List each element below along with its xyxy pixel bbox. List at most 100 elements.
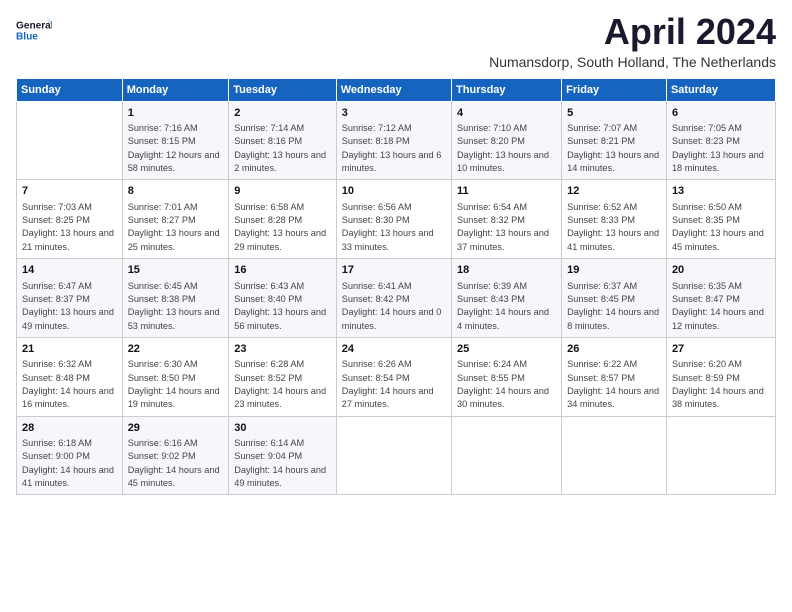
day-number: 4: [457, 106, 556, 121]
day-number: 15: [128, 263, 224, 278]
cell-info: Sunrise: 7:16 AMSunset: 8:15 PMDaylight:…: [128, 122, 224, 175]
cell-info: Sunrise: 6:20 AMSunset: 8:59 PMDaylight:…: [672, 358, 770, 411]
calendar-subtitle: Numansdorp, South Holland, The Netherlan…: [489, 54, 776, 70]
day-number: 29: [128, 421, 224, 436]
cell-info: Sunrise: 6:24 AMSunset: 8:55 PMDaylight:…: [457, 358, 556, 411]
day-number: 9: [234, 184, 331, 199]
day-number: 19: [567, 263, 661, 278]
calendar-cell: [562, 416, 667, 495]
svg-text:General: General: [16, 21, 52, 32]
calendar-cell: [336, 416, 451, 495]
calendar-cell: 10 Sunrise: 6:56 AMSunset: 8:30 PMDayligh…: [336, 180, 451, 259]
day-header-monday: Monday: [122, 78, 229, 101]
day-number: 10: [342, 184, 446, 199]
cell-info: Sunrise: 6:45 AMSunset: 8:38 PMDaylight:…: [128, 280, 224, 333]
calendar-cell: 30Sunrise: 6:14 AMSunset: 9:04 PMDayligh…: [229, 416, 337, 495]
calendar-cell: 21Sunrise: 6:32 AMSunset: 8:48 PMDayligh…: [17, 337, 123, 416]
week-row-3: 14 Sunrise: 6:47 AMSunset: 8:37 PMDayligh…: [17, 259, 776, 338]
calendar-cell: 26Sunrise: 6:22 AMSunset: 8:57 PMDayligh…: [562, 337, 667, 416]
header: General Blue April 2024 Numansdorp, Sout…: [16, 12, 776, 70]
day-number: 16: [234, 263, 331, 278]
cell-info: Sunrise: 7:01 AMSunset: 8:27 PMDaylight:…: [128, 201, 224, 254]
calendar-cell: 18 Sunrise: 6:39 AMSunset: 8:43 PMDayligh…: [452, 259, 562, 338]
title-block: April 2024 Numansdorp, South Holland, Th…: [489, 12, 776, 70]
day-number: 24: [342, 342, 446, 357]
cell-info: Sunrise: 6:56 AMSunset: 8:30 PMDaylight:…: [342, 201, 446, 254]
calendar-cell: 25Sunrise: 6:24 AMSunset: 8:55 PMDayligh…: [452, 337, 562, 416]
day-number: 28: [22, 421, 117, 436]
day-number: 8: [128, 184, 224, 199]
calendar-page: General Blue April 2024 Numansdorp, Sout…: [0, 0, 792, 612]
cell-info: Sunrise: 6:26 AMSunset: 8:54 PMDaylight:…: [342, 358, 446, 411]
day-number: 26: [567, 342, 661, 357]
cell-info: Sunrise: 6:50 AMSunset: 8:35 PMDaylight:…: [672, 201, 770, 254]
cell-info: Sunrise: 6:22 AMSunset: 8:57 PMDaylight:…: [567, 358, 661, 411]
calendar-cell: 5Sunrise: 7:07 AMSunset: 8:21 PMDaylight…: [562, 101, 667, 180]
calendar-cell: 19 Sunrise: 6:37 AMSunset: 8:45 PMDayligh…: [562, 259, 667, 338]
cell-info: Sunrise: 6:58 AMSunset: 8:28 PMDaylight:…: [234, 201, 331, 254]
day-number: 17: [342, 263, 446, 278]
day-number: 22: [128, 342, 224, 357]
calendar-cell: 11Sunrise: 6:54 AMSunset: 8:32 PMDayligh…: [452, 180, 562, 259]
calendar-cell: [17, 101, 123, 180]
day-number: 5: [567, 106, 661, 121]
cell-info: Sunrise: 6:41 AMSunset: 8:42 PMDaylight:…: [342, 280, 446, 333]
calendar-cell: 4Sunrise: 7:10 AMSunset: 8:20 PMDaylight…: [452, 101, 562, 180]
logo: General Blue: [16, 12, 52, 48]
week-row-1: 1Sunrise: 7:16 AMSunset: 8:15 PMDaylight…: [17, 101, 776, 180]
day-number: 14: [22, 263, 117, 278]
calendar-cell: 6Sunrise: 7:05 AMSunset: 8:23 PMDaylight…: [666, 101, 775, 180]
day-number: 2: [234, 106, 331, 121]
calendar-cell: 22Sunrise: 6:30 AMSunset: 8:50 PMDayligh…: [122, 337, 229, 416]
cell-info: Sunrise: 7:10 AMSunset: 8:20 PMDaylight:…: [457, 122, 556, 175]
calendar-cell: 20Sunrise: 6:35 AMSunset: 8:47 PMDayligh…: [666, 259, 775, 338]
cell-info: Sunrise: 7:12 AMSunset: 8:18 PMDaylight:…: [342, 122, 446, 175]
cell-info: Sunrise: 7:07 AMSunset: 8:21 PMDaylight:…: [567, 122, 661, 175]
calendar-cell: 3Sunrise: 7:12 AMSunset: 8:18 PMDaylight…: [336, 101, 451, 180]
day-number: 6: [672, 106, 770, 121]
cell-info: Sunrise: 6:37 AMSunset: 8:45 PMDaylight:…: [567, 280, 661, 333]
cell-info: Sunrise: 7:05 AMSunset: 8:23 PMDaylight:…: [672, 122, 770, 175]
day-number: 12: [567, 184, 661, 199]
calendar-cell: [666, 416, 775, 495]
cell-info: Sunrise: 6:14 AMSunset: 9:04 PMDaylight:…: [234, 437, 331, 490]
calendar-cell: [452, 416, 562, 495]
day-number: 25: [457, 342, 556, 357]
calendar-title: April 2024: [489, 12, 776, 52]
day-number: 11: [457, 184, 556, 199]
week-row-5: 28Sunrise: 6:18 AMSunset: 9:00 PMDayligh…: [17, 416, 776, 495]
cell-info: Sunrise: 7:14 AMSunset: 8:16 PMDaylight:…: [234, 122, 331, 175]
day-header-friday: Friday: [562, 78, 667, 101]
day-header-thursday: Thursday: [452, 78, 562, 101]
cell-info: Sunrise: 6:47 AMSunset: 8:37 PMDaylight:…: [22, 280, 117, 333]
cell-info: Sunrise: 6:18 AMSunset: 9:00 PMDaylight:…: [22, 437, 117, 490]
calendar-cell: 17 Sunrise: 6:41 AMSunset: 8:42 PMDayligh…: [336, 259, 451, 338]
day-number: 3: [342, 106, 446, 121]
day-header-saturday: Saturday: [666, 78, 775, 101]
week-row-2: 7Sunrise: 7:03 AMSunset: 8:25 PMDaylight…: [17, 180, 776, 259]
day-number: 23: [234, 342, 331, 357]
day-number: 30: [234, 421, 331, 436]
day-header-wednesday: Wednesday: [336, 78, 451, 101]
calendar-cell: 16 Sunrise: 6:43 AMSunset: 8:40 PMDayligh…: [229, 259, 337, 338]
calendar-cell: 23Sunrise: 6:28 AMSunset: 8:52 PMDayligh…: [229, 337, 337, 416]
day-number: 27: [672, 342, 770, 357]
logo-svg: General Blue: [16, 12, 52, 48]
day-number: 13: [672, 184, 770, 199]
calendar-cell: 12 Sunrise: 6:52 AMSunset: 8:33 PMDayligh…: [562, 180, 667, 259]
calendar-cell: 2Sunrise: 7:14 AMSunset: 8:16 PMDaylight…: [229, 101, 337, 180]
day-number: 1: [128, 106, 224, 121]
calendar-cell: 15 Sunrise: 6:45 AMSunset: 8:38 PMDayligh…: [122, 259, 229, 338]
calendar-table: SundayMondayTuesdayWednesdayThursdayFrid…: [16, 78, 776, 496]
days-header-row: SundayMondayTuesdayWednesdayThursdayFrid…: [17, 78, 776, 101]
cell-info: Sunrise: 7:03 AMSunset: 8:25 PMDaylight:…: [22, 201, 117, 254]
cell-info: Sunrise: 6:35 AMSunset: 8:47 PMDaylight:…: [672, 280, 770, 333]
day-number: 18: [457, 263, 556, 278]
calendar-cell: 29Sunrise: 6:16 AMSunset: 9:02 PMDayligh…: [122, 416, 229, 495]
cell-info: Sunrise: 6:43 AMSunset: 8:40 PMDaylight:…: [234, 280, 331, 333]
cell-info: Sunrise: 6:39 AMSunset: 8:43 PMDaylight:…: [457, 280, 556, 333]
cell-info: Sunrise: 6:52 AMSunset: 8:33 PMDaylight:…: [567, 201, 661, 254]
calendar-cell: 28Sunrise: 6:18 AMSunset: 9:00 PMDayligh…: [17, 416, 123, 495]
day-header-sunday: Sunday: [17, 78, 123, 101]
calendar-cell: 14 Sunrise: 6:47 AMSunset: 8:37 PMDayligh…: [17, 259, 123, 338]
